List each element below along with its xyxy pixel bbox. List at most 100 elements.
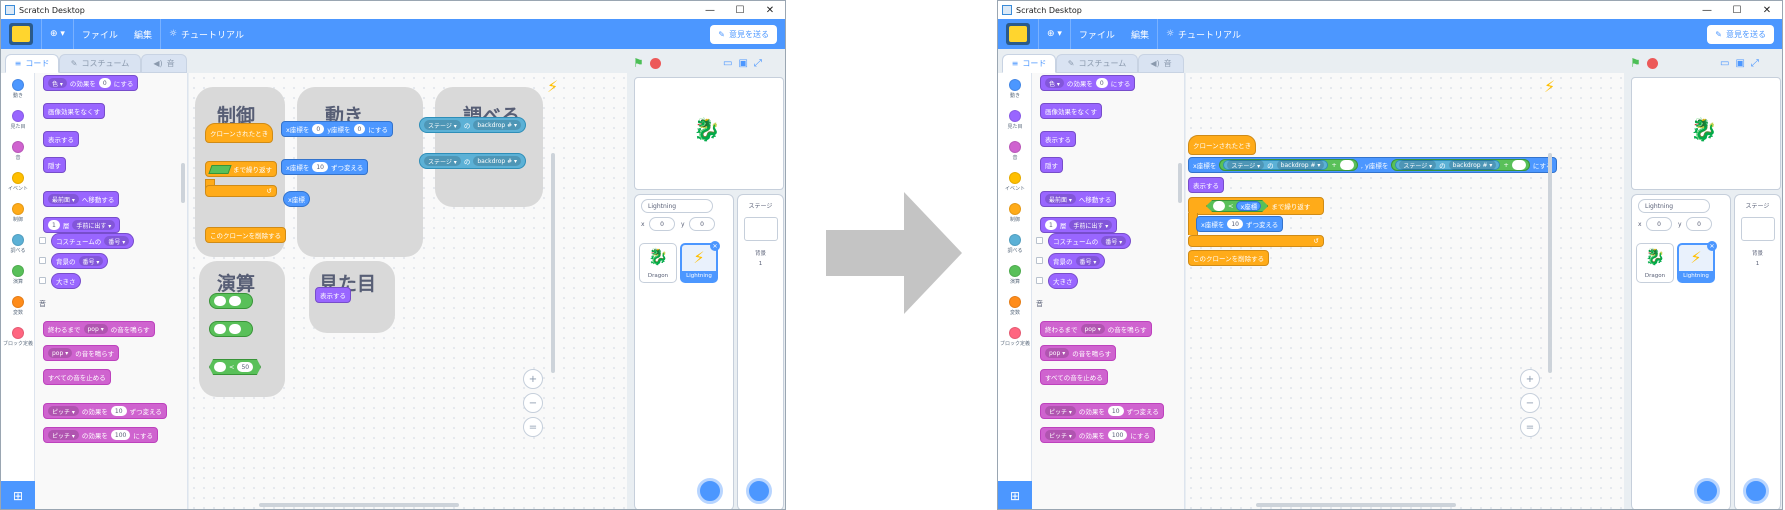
backdrop-dropdown[interactable]: 番号 ▾ xyxy=(78,256,104,266)
costume-dropdown[interactable]: 番号 ▾ xyxy=(1101,236,1127,246)
block-clear-effects[interactable]: 画像効果をなくす xyxy=(1040,103,1102,119)
block-stop-all-sounds[interactable]: すべての音を止める xyxy=(43,369,111,385)
add-backdrop-button[interactable] xyxy=(746,478,772,504)
stage-canvas[interactable]: 🐉 xyxy=(1631,77,1781,190)
file-menu[interactable]: ファイル xyxy=(1071,19,1123,49)
maximize-button[interactable]: ☐ xyxy=(1722,5,1752,16)
maximize-button[interactable]: ☐ xyxy=(725,5,755,16)
category-operators[interactable]: 演算 xyxy=(998,265,1032,285)
category-events[interactable]: イベント xyxy=(1,172,35,192)
block-go-to-xy[interactable]: x座標を 0 y座標を 0 にする xyxy=(281,121,393,137)
language-menu[interactable]: ⊕ ▾ xyxy=(1039,19,1070,49)
attribute-dropdown[interactable]: backdrop # ▾ xyxy=(473,120,522,130)
feedback-button[interactable]: ✎ 意見を送る xyxy=(1707,24,1774,44)
category-looks[interactable]: 見た目 xyxy=(998,110,1032,130)
workspace-hscrollbar[interactable] xyxy=(1256,503,1456,507)
block-go-to-layer[interactable]: 最前面 ▾ へ移動する xyxy=(43,191,120,207)
feedback-button[interactable]: ✎ 意見を送る xyxy=(710,24,777,44)
reporter-add[interactable]: ステージ ▾ の backdrop # ▾ + xyxy=(1219,159,1358,171)
large-stage-icon[interactable]: ▣ xyxy=(738,58,747,69)
effect-dropdown[interactable]: ピッチ ▾ xyxy=(1045,430,1076,440)
sprite-thumb-lightning[interactable]: ⚡ Lightning ✕ xyxy=(1677,241,1717,283)
reporter-x-position[interactable]: x座標 xyxy=(1236,201,1262,211)
palette-scrollbar[interactable] xyxy=(181,163,185,203)
block-change-pitch[interactable]: ピッチ ▾ の効果を 10 ずつ変える xyxy=(1040,403,1164,419)
effect-dropdown[interactable]: 色 ▾ xyxy=(1045,78,1064,88)
block-show[interactable]: 表示する xyxy=(43,131,79,147)
category-sensing[interactable]: 調べる xyxy=(1,234,35,254)
stop-icon[interactable] xyxy=(649,57,661,69)
block-go-to-layer[interactable]: 最前面 ▾ へ移動する xyxy=(1040,191,1117,207)
add-sprite-button[interactable] xyxy=(697,478,723,504)
effect-dropdown[interactable]: ピッチ ▾ xyxy=(48,430,79,440)
block-start-sound[interactable]: pop ▾ の音を鳴らす xyxy=(1040,345,1117,361)
x-input[interactable]: 0 xyxy=(1646,217,1672,231)
file-menu[interactable]: ファイル xyxy=(74,19,126,49)
category-events[interactable]: イベント xyxy=(998,172,1032,192)
layer-direction-dropdown[interactable]: 手前に出す ▾ xyxy=(1069,220,1113,230)
minimize-button[interactable]: — xyxy=(1692,5,1722,16)
monitor-checkbox[interactable] xyxy=(1036,257,1043,264)
sound-dropdown[interactable]: pop ▾ xyxy=(1045,348,1070,358)
add-input-a[interactable] xyxy=(214,296,226,306)
reporter-add[interactable]: ステージ ▾ の backdrop # ▾ + xyxy=(1391,159,1530,171)
category-motion[interactable]: 動き xyxy=(1,79,35,99)
add-extension-button[interactable]: ⊞ xyxy=(998,481,1032,509)
pitch-input[interactable]: 10 xyxy=(110,406,127,416)
effect-input[interactable]: 0 xyxy=(1095,78,1108,88)
stage-thumbnail[interactable] xyxy=(744,217,778,241)
backdrop-dropdown[interactable]: 番号 ▾ xyxy=(1075,256,1101,266)
sprite-thumb-dragon[interactable]: 🐉 Dragon xyxy=(1636,243,1674,283)
reporter-backdrop-number[interactable]: 背景の 番号 ▾ xyxy=(51,253,109,269)
block-set-pitch[interactable]: ピッチ ▾ の効果を 100 にする xyxy=(1040,427,1155,443)
add-sprite-button[interactable] xyxy=(1694,478,1720,504)
layer-dropdown[interactable]: 最前面 ▾ xyxy=(48,194,79,204)
lt-input-a[interactable] xyxy=(1213,201,1225,211)
effect-dropdown[interactable]: ピッチ ▾ xyxy=(48,406,79,416)
layer-input[interactable]: 1 xyxy=(48,220,60,230)
stop-icon[interactable] xyxy=(1646,57,1658,69)
block-stop-all-sounds[interactable]: すべての音を止める xyxy=(1040,369,1108,385)
y-input[interactable]: 0 xyxy=(1686,217,1712,231)
block-when-cloned[interactable]: クローンされたとき xyxy=(205,123,274,143)
y-input[interactable]: 0 xyxy=(689,217,715,231)
block-set-effect[interactable]: 色 ▾ の効果を 0 にする xyxy=(1040,75,1136,91)
block-delete-clone[interactable]: このクローンを削除する xyxy=(205,227,287,243)
x-change-input[interactable]: 10 xyxy=(1227,219,1243,229)
reporter-of-backdrop[interactable]: ステージ ▾ の backdrop # ▾ xyxy=(1223,160,1329,170)
layer-direction-dropdown[interactable]: 手前に出す ▾ xyxy=(72,220,116,230)
add-extension-button[interactable]: ⊞ xyxy=(1,481,35,509)
category-variables[interactable]: 変数 xyxy=(1,296,35,316)
block-change-pitch[interactable]: ピッチ ▾ の効果を 10 ずつ変える xyxy=(43,403,167,419)
reporter-x-position[interactable]: x座標 xyxy=(283,191,310,207)
block-change-x[interactable]: x座標を 10 ずつ変える xyxy=(1196,216,1284,232)
green-flag-icon[interactable]: ⚑ xyxy=(1630,56,1641,70)
condition-slot[interactable] xyxy=(208,164,232,174)
pitch-input[interactable]: 100 xyxy=(1107,430,1128,440)
add-input-b[interactable] xyxy=(1339,160,1354,170)
category-myblocks[interactable]: ブロック定義 xyxy=(1,327,35,347)
add-backdrop-button[interactable] xyxy=(1743,478,1769,504)
large-stage-icon[interactable]: ▣ xyxy=(1735,58,1744,69)
stage-selector-pane[interactable]: ステージ 背景 1 xyxy=(737,194,784,509)
layer-dropdown[interactable]: 最前面 ▾ xyxy=(1045,194,1076,204)
add-input-b[interactable] xyxy=(1511,160,1526,170)
sound-dropdown[interactable]: pop ▾ xyxy=(48,348,73,358)
scratch-logo[interactable] xyxy=(9,23,33,45)
workspace-vscrollbar[interactable] xyxy=(551,153,555,373)
block-set-pitch[interactable]: ピッチ ▾ の効果を 100 にする xyxy=(43,427,158,443)
block-go-to-xy[interactable]: x座標を ステージ ▾ の backdrop # ▾ + , y座標を ステージ ▾… xyxy=(1188,157,1558,173)
reporter-size[interactable]: 大きさ xyxy=(51,273,81,289)
zoom-out-button[interactable]: − xyxy=(523,393,543,413)
add-input-b[interactable] xyxy=(229,296,241,306)
category-variables[interactable]: 変数 xyxy=(998,296,1032,316)
reporter-add[interactable] xyxy=(209,293,253,309)
y-input[interactable]: 0 xyxy=(353,124,366,134)
x-change-input[interactable]: 10 xyxy=(312,162,328,172)
reporter-costume-number[interactable]: コスチュームの 番号 ▾ xyxy=(1048,233,1132,249)
block-go-forward-layers[interactable]: 1 層手前に出す ▾ xyxy=(43,217,121,233)
stage-canvas[interactable]: 🐉 xyxy=(634,77,784,190)
layer-input[interactable]: 1 xyxy=(1045,220,1057,230)
attribute-dropdown[interactable]: backdrop # ▾ xyxy=(1448,160,1497,170)
stage-thumbnail[interactable] xyxy=(1741,217,1775,241)
